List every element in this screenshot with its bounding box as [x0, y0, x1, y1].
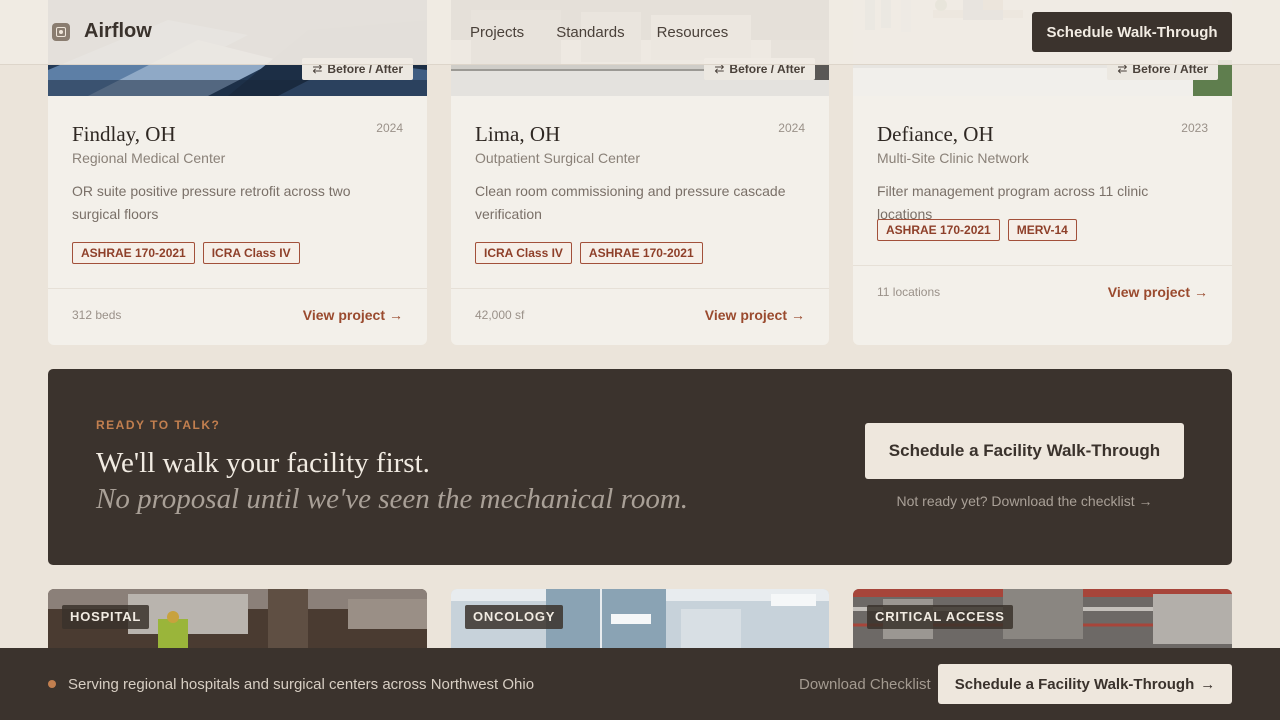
status-dot-icon — [48, 680, 56, 688]
view-project-link[interactable]: View project → — [303, 307, 403, 323]
project-description: OR suite positive pressure retrofit acro… — [72, 183, 351, 222]
cta-headline: We'll walk your facility first. — [96, 447, 430, 479]
site-header: Airflow Projects Standards Resources Sch… — [0, 0, 1280, 65]
view-project-link[interactable]: View project → — [1108, 284, 1208, 300]
cta-section: READY TO TALK? We'll walk your facility … — [48, 369, 1232, 565]
standard-tag: ICRA Class IV — [475, 242, 572, 264]
project-year: 2024 — [376, 121, 403, 135]
project-stat: 42,000 sf — [475, 308, 525, 322]
main-nav: Projects Standards Resources — [470, 24, 760, 41]
divider — [451, 288, 829, 289]
standard-tag: ASHRAE 170-2021 — [72, 242, 195, 264]
service-area-text: Serving regional hospitals and surgical … — [68, 676, 535, 693]
arrow-right-icon: → — [389, 307, 403, 323]
divider — [853, 265, 1232, 266]
logo[interactable]: Airflow — [52, 20, 152, 43]
arrow-right-icon: → — [1194, 284, 1208, 300]
sticky-schedule-label: Schedule a Facility Walk-Through — [954, 675, 1195, 693]
project-year: 2024 — [778, 121, 805, 135]
arrow-right-icon: → — [1200, 675, 1216, 693]
nav-standards[interactable]: Standards — [556, 24, 624, 41]
view-project-label: View project — [704, 307, 787, 323]
project-type: Outpatient Surgical Center — [475, 150, 640, 166]
nav-resources[interactable]: Resources — [657, 24, 729, 41]
schedule-walkthrough-button[interactable]: Schedule Walk-Through — [1032, 12, 1232, 52]
project-description: Clean room commissioning and pressure ca… — [475, 183, 786, 222]
project-type: Multi-Site Clinic Network — [877, 150, 1029, 166]
facility-label: HOSPITAL — [62, 605, 150, 629]
schedule-facility-walkthrough-button[interactable]: Schedule a Facility Walk-Through — [865, 423, 1184, 479]
standard-tag: ASHRAE 170-2021 — [579, 242, 703, 264]
eyebrow-label: READY TO TALK? — [96, 418, 221, 432]
standard-tag: ICRA Class IV — [202, 242, 300, 264]
standard-tag: ASHRAE 170-2021 — [877, 219, 1000, 241]
sticky-schedule-button[interactable]: Schedule a Facility Walk-Through → — [938, 664, 1232, 704]
facility-label: CRITICAL ACCESS — [867, 605, 1013, 629]
view-project-label: View project — [1107, 284, 1190, 300]
project-city: Defiance, OH — [877, 122, 994, 146]
view-project-link[interactable]: View project → — [705, 307, 805, 323]
tag-list: ASHRAE 170-2021 MERV-14 — [877, 219, 1085, 241]
arrow-right-icon: → — [791, 307, 805, 323]
project-type: Regional Medical Center — [72, 150, 226, 166]
facility-label: ONCOLOGY — [465, 605, 564, 629]
brand-name: Airflow — [84, 20, 152, 42]
download-checklist-link[interactable]: Not ready yet? Download the checklist → — [865, 493, 1184, 509]
nav-projects[interactable]: Projects — [470, 24, 524, 41]
project-year: 2023 — [1181, 121, 1208, 135]
project-stat: 312 beds — [72, 308, 122, 322]
divider — [48, 288, 427, 289]
cta-subheadline: No proposal until we've seen the mechani… — [96, 483, 689, 515]
download-checklist-link[interactable]: Download Checklist — [799, 676, 931, 693]
project-stat: 11 locations — [877, 285, 941, 299]
tag-list: ASHRAE 170-2021 ICRA Class IV — [72, 242, 308, 264]
standard-tag: MERV-14 — [1007, 219, 1077, 241]
sticky-footer-bar: Serving regional hospitals and surgical … — [0, 648, 1280, 720]
project-city: Findlay, OH — [72, 122, 176, 146]
logo-icon — [52, 22, 70, 41]
tag-list: ICRA Class IV ASHRAE 170-2021 — [475, 242, 711, 264]
project-city: Lima, OH — [475, 122, 561, 146]
view-project-label: View project — [302, 307, 385, 323]
